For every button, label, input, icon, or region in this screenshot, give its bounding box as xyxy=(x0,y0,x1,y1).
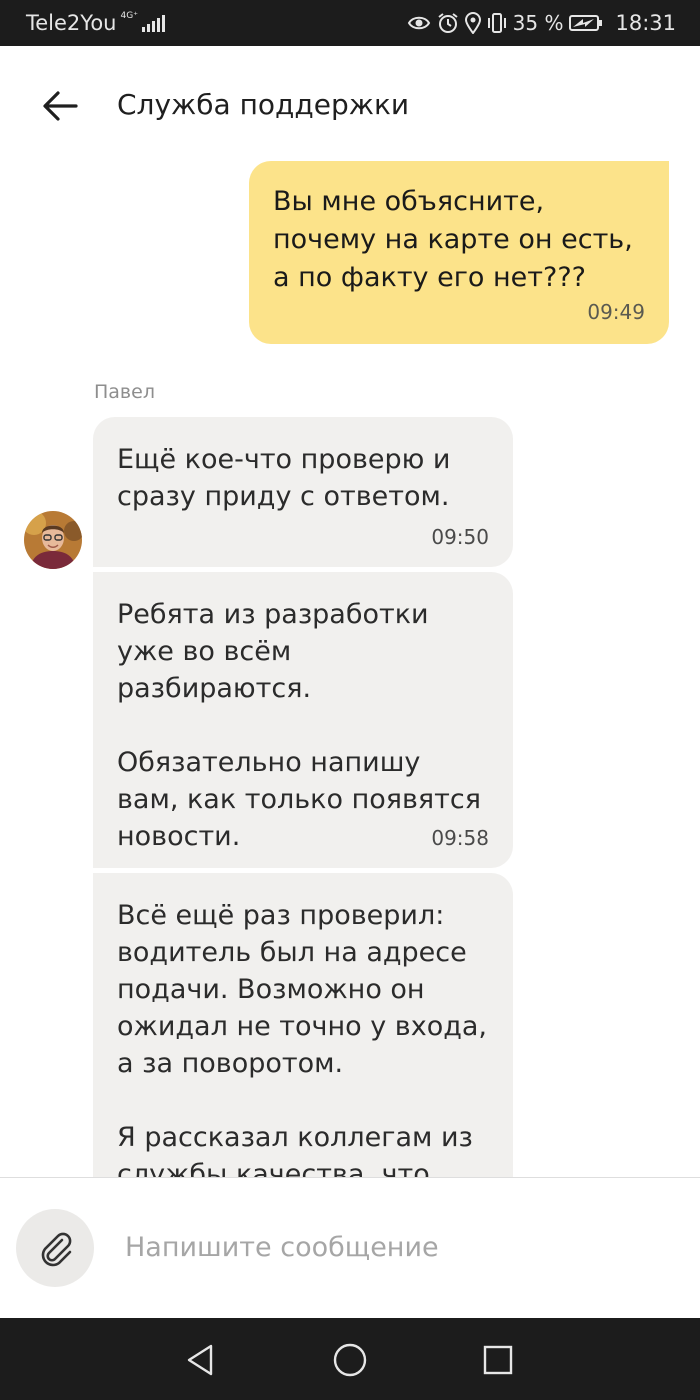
avatar[interactable] xyxy=(24,511,82,569)
incoming-message: Ребята из разработки уже во всём разбира… xyxy=(93,572,513,868)
message-time: 09:58 xyxy=(431,826,489,850)
message-input[interactable] xyxy=(125,1224,665,1270)
location-icon xyxy=(464,12,481,34)
message-list[interactable]: Вы мне объясните, почему на карте он ест… xyxy=(0,155,700,1177)
status-time: 18:31 xyxy=(615,11,676,35)
message-composer xyxy=(0,1178,700,1318)
battery-icon xyxy=(569,15,603,31)
alarm-icon xyxy=(438,13,458,33)
arrow-left-icon xyxy=(43,91,78,121)
status-left: Tele2You 4G⁺ xyxy=(26,11,165,35)
message-text: Ещё кое-что проверю и сразу приду с отве… xyxy=(117,444,451,512)
nav-recents-button[interactable] xyxy=(476,1338,520,1382)
message-text: Ребята из разработки уже во всём разбира… xyxy=(117,599,481,852)
chat-header: Служба поддержки xyxy=(0,46,700,166)
attach-button[interactable] xyxy=(16,1209,94,1287)
carrier-name: Tele2You xyxy=(26,11,117,35)
paperclip-icon xyxy=(41,1232,72,1267)
incoming-message: Всё ещё раз проверил: водитель был на ад… xyxy=(93,873,513,1177)
message-time: 09:49 xyxy=(587,300,645,324)
sender-name: Павел xyxy=(94,381,155,403)
message-text: Вы мне объясните, почему на карте он ест… xyxy=(273,186,633,293)
page-title: Служба поддержки xyxy=(117,88,410,121)
recents-square-icon xyxy=(483,1345,513,1375)
home-circle-icon xyxy=(333,1343,367,1377)
outgoing-message: Вы мне объясните, почему на карте он ест… xyxy=(249,161,669,344)
network-type: 4G⁺ xyxy=(120,10,138,21)
status-right: 35 % 18:31 xyxy=(407,11,676,35)
status-bar: Tele2You 4G⁺ 35 % 18:31 xyxy=(0,0,700,46)
nav-back-button[interactable] xyxy=(178,1338,222,1382)
incoming-message: Ещё кое-что проверю и сразу приду с отве… xyxy=(93,417,513,567)
battery-percent: 35 % xyxy=(512,11,564,35)
message-text: Всё ещё раз проверил: водитель был на ад… xyxy=(117,900,488,1177)
back-triangle-icon xyxy=(187,1344,213,1376)
eye-icon xyxy=(407,16,430,30)
back-button[interactable] xyxy=(36,82,84,130)
system-nav-bar xyxy=(0,1318,700,1400)
nav-home-button[interactable] xyxy=(328,1338,372,1382)
message-time: 09:50 xyxy=(431,525,489,549)
vibrate-icon xyxy=(487,13,506,33)
signal-icon xyxy=(141,14,165,32)
